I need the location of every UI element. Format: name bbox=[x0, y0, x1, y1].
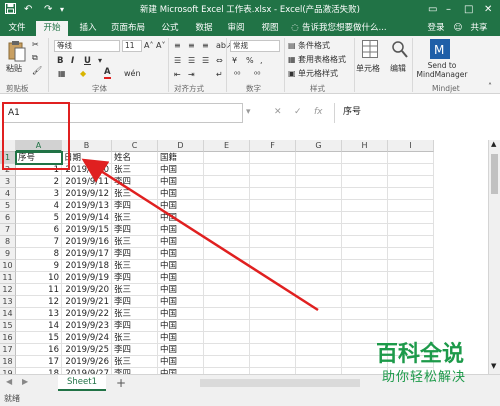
watermark-subtitle: 助你轻松解决 bbox=[382, 370, 467, 385]
watermark-title: 百科全说 bbox=[376, 342, 465, 367]
watermark-logo: 百科全说 助你轻松解决 bbox=[368, 340, 498, 404]
